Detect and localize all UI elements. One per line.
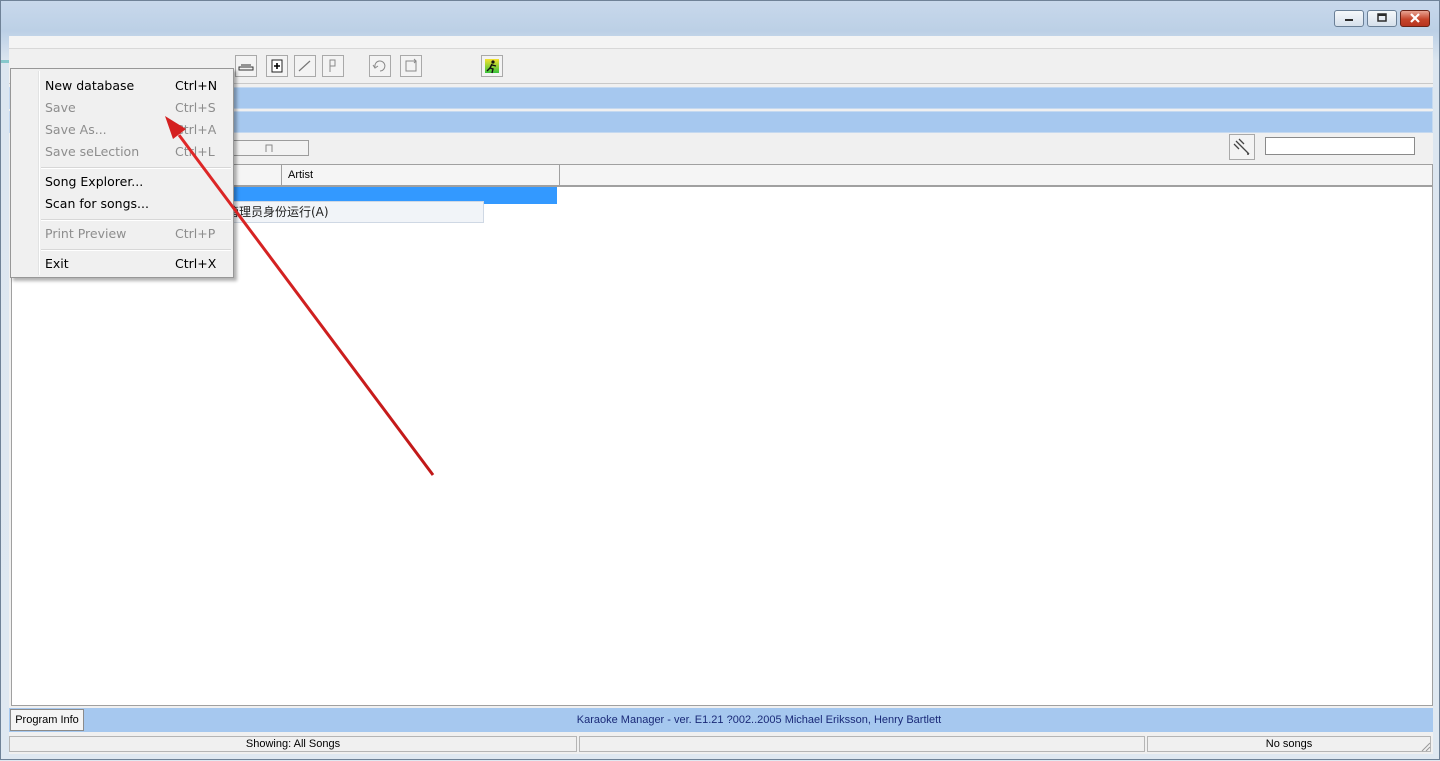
minimize-icon [1345, 19, 1353, 21]
rotate-right-icon [405, 58, 417, 72]
app-window: Artist Program Info Karaoke Manager - ve… [0, 0, 1440, 760]
status-count: No songs [1147, 736, 1431, 752]
pin-icon [1233, 138, 1250, 155]
select-tool-button[interactable] [235, 55, 257, 77]
rotate-right-button[interactable] [400, 55, 422, 77]
page-icon [329, 59, 336, 72]
add-item-button[interactable] [266, 55, 288, 77]
resize-grip-icon[interactable] [1419, 740, 1431, 752]
close-button[interactable] [1400, 10, 1430, 27]
add-item-icon [271, 59, 283, 73]
menu-item-label: Scan for songs... [45, 196, 149, 211]
menu-item-shortcut: Ctrl+A [175, 122, 217, 137]
menu-item-label: New database [45, 78, 135, 93]
menu-item-song-explorer[interactable]: Song Explorer... [13, 171, 231, 193]
title-bar[interactable] [1, 1, 1439, 33]
run-button[interactable] [481, 55, 503, 77]
menu-item-save[interactable]: Save Ctrl+S [13, 97, 231, 119]
search-input[interactable] [1265, 137, 1415, 155]
about-bar: Program Info Karaoke Manager - ver. E1.2… [9, 708, 1433, 732]
file-menu: New database Ctrl+N Save Ctrl+S Save As.… [10, 68, 234, 278]
menu-item-shortcut: Ctrl+L [175, 144, 215, 159]
about-text: Karaoke Manager - ver. E1.21 ?002..2005 … [576, 714, 942, 726]
status-bar: Showing: All Songs No songs [9, 734, 1433, 754]
menu-separator [41, 249, 231, 251]
menu-item-exit[interactable]: Exit Ctrl+X [13, 253, 231, 275]
line-tool-button[interactable] [294, 55, 316, 77]
menu-item-label: Save As... [45, 122, 107, 137]
rotate-left-icon [372, 60, 386, 72]
menu-item-new-database[interactable]: New database Ctrl+N [13, 75, 231, 97]
status-showing: Showing: All Songs [9, 736, 577, 752]
menu-item-save-selection[interactable]: Save seLection Ctrl+L [13, 141, 231, 163]
menu-item-shortcut: Ctrl+N [175, 78, 218, 93]
restore-icon [1377, 13, 1387, 22]
rotate-left-button[interactable] [369, 55, 391, 77]
close-icon [1410, 13, 1420, 23]
menu-item-label: Print Preview [45, 226, 127, 241]
search-button[interactable] [1229, 134, 1255, 160]
menu-item-save-as[interactable]: Save As... Ctrl+A [13, 119, 231, 141]
line-tool-icon [298, 60, 311, 72]
run-icon [485, 59, 499, 74]
menu-item-shortcut: Ctrl+S [175, 100, 216, 115]
program-info-button[interactable]: Program Info [10, 709, 84, 731]
menu-bar[interactable] [9, 36, 1433, 49]
menu-item-print-preview[interactable]: Print Preview Ctrl+P [13, 223, 231, 245]
menu-item-label: Save [45, 100, 76, 115]
select-tool-icon [238, 64, 254, 71]
filter-segment-button[interactable] [231, 140, 309, 156]
menu-item-shortcut: Ctrl+P [175, 226, 216, 241]
status-middle [579, 736, 1145, 752]
menu-separator [41, 219, 231, 221]
filter-icon [265, 144, 273, 152]
menu-item-label: Exit [45, 256, 69, 271]
minimize-button[interactable] [1334, 10, 1364, 27]
column-header-artist[interactable]: Artist [282, 165, 560, 185]
maximize-button[interactable] [1367, 10, 1397, 27]
page-button[interactable] [322, 55, 344, 77]
menu-item-label: Song Explorer... [45, 174, 144, 189]
menu-item-label: Save seLection [45, 144, 140, 159]
menu-item-shortcut: Ctrl+X [175, 256, 217, 271]
menu-separator [41, 167, 231, 169]
menu-item-scan-for-songs[interactable]: Scan for songs... [13, 193, 231, 215]
